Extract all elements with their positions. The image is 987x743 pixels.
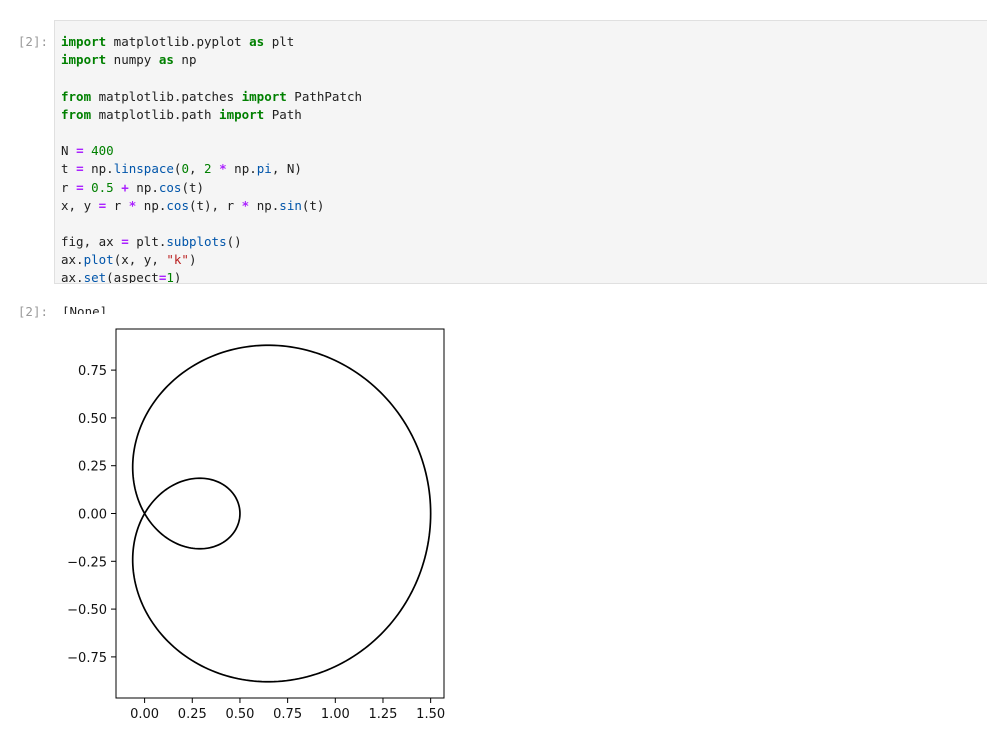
x-tick-label: 0.75 (273, 707, 302, 722)
code-token: import (219, 106, 265, 122)
code-token: cos (158, 179, 182, 195)
code-line: from matplotlib.path import Path (61, 106, 987, 124)
code-token: r (61, 179, 77, 195)
code-token: 0.5 (91, 179, 114, 195)
code-token: np (173, 52, 197, 68)
code-token: () (226, 234, 242, 250)
code-token: , N) (271, 161, 302, 177)
y-tick-label: 0.00 (78, 508, 107, 523)
code-token: (t) (181, 179, 205, 195)
code-token: = (76, 161, 84, 177)
code-token: pi (256, 161, 272, 177)
x-tick-label: 0.00 (130, 707, 159, 722)
code-token: * (219, 161, 227, 177)
code-line: fig, ax = plt.subplots() (61, 233, 987, 251)
code-token: (t), r (188, 197, 242, 213)
code-line: t = np.linspace(0, 2 * np.pi, N) (61, 160, 987, 178)
code-line: r = 0.5 + np.cos(t) (61, 179, 987, 197)
code-token: ax. (61, 270, 84, 284)
code-token: N (61, 143, 77, 159)
code-token: matplotlib.path (91, 106, 220, 122)
code-token: from (61, 106, 92, 122)
code-token: (aspect (106, 270, 159, 284)
code-token: matplotlib.patches (91, 88, 242, 104)
plot: 0.00 0.25 0.50 0.75 1.00 1.25 1.50 0.75 0.50 0.25… (67, 328, 445, 722)
code-token: import (61, 52, 107, 68)
code-token: import (241, 88, 287, 104)
code-token: ) (173, 270, 182, 284)
code-cell[interactable]: import matplotlib.pyplot as plt import nu… (54, 20, 987, 284)
input-prompt: [2]: (17, 34, 48, 49)
code-token: ax. (61, 252, 84, 268)
code-line: import numpy as np (61, 51, 987, 69)
code-token: cos (166, 197, 189, 213)
code-token: fig, ax (61, 234, 122, 250)
code-token: np. (226, 161, 257, 177)
code-token: as (249, 34, 265, 49)
code-token: 2 (204, 161, 212, 177)
code-token: 1 (166, 270, 174, 284)
code-line: import matplotlib.pyplot as plt (61, 33, 987, 51)
y-tick-label: 0.50 (78, 412, 107, 427)
code-line: N = 400 (61, 142, 987, 160)
code-token: plt (264, 34, 295, 49)
code-line: ax.plot(x, y, "k") (61, 251, 987, 269)
y-tick-label: 0.75 (78, 364, 107, 379)
code-token: r (106, 197, 129, 213)
y-tick-label: −0.25 (67, 555, 107, 570)
code-token: (x, y, (113, 252, 167, 268)
code-token: sin (279, 197, 302, 213)
x-tick-label: 0.25 (178, 707, 207, 722)
code-line: from matplotlib.patches import PathPatch (61, 88, 987, 106)
code-line: ax.set(aspect=1) (61, 269, 987, 284)
code-token: as (158, 52, 174, 68)
code-token: = (121, 234, 129, 250)
code-token: matplotlib.pyplot (106, 34, 250, 49)
code-token: np. (128, 179, 159, 195)
y-tick-label: 0.25 (78, 460, 107, 475)
x-tick-label: 1.25 (369, 707, 398, 722)
code-token: from (61, 88, 92, 104)
code-token: set (83, 270, 107, 284)
code-token: = (76, 179, 84, 195)
code-token: t (61, 161, 77, 177)
code-token: subplots (166, 234, 227, 250)
code-token: "k" (166, 252, 189, 268)
x-tick-label: 1.50 (416, 707, 445, 722)
x-tick-label: 1.00 (321, 707, 350, 722)
code-token: import (61, 34, 107, 49)
code-token: , (188, 161, 205, 177)
code-line: x, y = r * np.cos(t), r * np.sin(t) (61, 197, 987, 215)
code-token: np. (249, 197, 280, 213)
code-token: linspace (113, 161, 174, 177)
axes-frame (115, 328, 445, 699)
code-token: numpy (106, 52, 159, 68)
y-tick-label: −0.75 (67, 651, 107, 666)
code-token: np. (136, 197, 167, 213)
output-text: [None] (62, 304, 108, 314)
code-token: (t) (301, 197, 325, 213)
code-token: np. (83, 161, 114, 177)
y-tick-label: −0.50 (67, 603, 107, 618)
code-token: x, y (61, 197, 99, 213)
code-token: 0 (181, 161, 189, 177)
code-token: plot (83, 252, 114, 268)
code-token: ) (188, 252, 197, 268)
code-token: = (76, 143, 84, 159)
code-token: + (121, 179, 129, 195)
code-token: 400 (91, 143, 114, 159)
code-token: PathPatch (286, 88, 363, 104)
code-token: Path (264, 106, 302, 122)
code-token: plt. (128, 234, 167, 250)
x-tick-label: 0.50 (225, 707, 254, 722)
code-editor[interactable]: import matplotlib.pyplot as plt import nu… (55, 21, 987, 284)
